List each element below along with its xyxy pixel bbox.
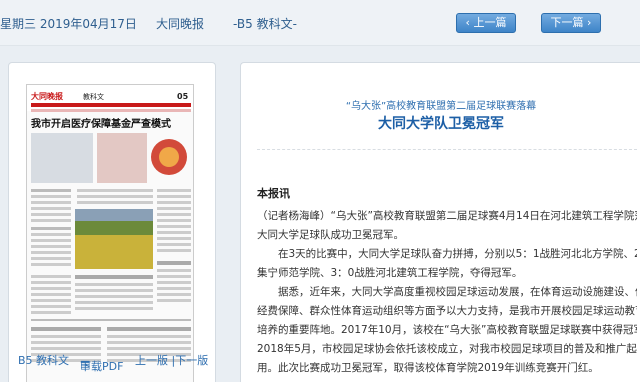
article-line: 用。此次比赛成功卫冕冠军，取得该校体育学院2019年训练竞赛开门红。 (257, 362, 599, 374)
next-article-button[interactable]: 下一篇 › (541, 13, 601, 33)
page-sibling-nav[interactable]: 上一版 |下一版 (135, 352, 208, 368)
download-pdf-label: 下载PDF (80, 360, 124, 373)
article-subtitle: “乌大张”高校教育联盟第二届足球联赛落幕 (345, 101, 537, 112)
top-bar: 星期三 2019年04月17日 大同晚报 -B5 教科文- ‹ 上一篇 下一篇 … (0, 0, 640, 46)
chevron-right-icon: › (583, 16, 592, 29)
article-dateline: 本报讯 (257, 187, 290, 200)
article-line: 经费保障、群众性体育运动组织等方面予以大力支持，是我市开展校园足球运动教育和人才 (257, 305, 637, 317)
thumb-masthead: 大同晚报 (31, 91, 63, 101)
page-thumbnail-panel: 大同晚报 教科文 05 我市开启医疗保障基金严查模式 (8, 62, 216, 382)
thumb-page-no: 05 (177, 92, 189, 101)
page-thumbnail[interactable]: 大同晚报 教科文 05 我市开启医疗保障基金严查模式 (26, 84, 194, 382)
article-line: 大同大学足球队成功卫冕冠军。 (257, 229, 404, 241)
page-footer-links: B5 教科文 ▤ 下载PDF 上一版 |下一版 (8, 346, 208, 373)
newspaper-page-image: 大同晚报 教科文 05 我市开启医疗保障基金严查模式 (27, 85, 193, 382)
article-line: （记者杨海峰）“乌大张”高校教育联盟第二届足球赛4月14日在河北建筑工程学院落幕… (257, 210, 637, 222)
thumb-section: 教科文 (83, 92, 104, 101)
article-line: 2018年5月，市校园足球协会依托该校成立，对我市校园足球项目的普及和推广起到积… (257, 343, 637, 355)
article-body: （记者杨海峰）“乌大张”高校教育联盟第二届足球赛4月14日在河北建筑工程学院落幕… (257, 207, 637, 378)
prev-article-label: 上一篇 (473, 16, 507, 29)
issue-date: 星期三 2019年04月17日 (0, 17, 137, 31)
newspaper-name[interactable]: 大同晚报 (156, 15, 204, 32)
thumb-headline: 我市开启医疗保障基金严查模式 (31, 117, 171, 130)
page-label-link[interactable]: B5 教科文 (18, 352, 69, 368)
article-line: 培养的重要阵地。2017年10月，该校在“乌大张”高校教育联盟足球联赛中获得冠军… (257, 324, 637, 336)
next-article-label: 下一篇 (550, 16, 584, 29)
prev-article-button[interactable]: ‹ 上一篇 (456, 13, 516, 33)
page-name[interactable]: -B5 教科文- (233, 15, 297, 32)
article-line: 在3天的比赛中，大同大学足球队奋力拼搏，分别以5：1战胜河北北方学院、2：1战胜 (257, 248, 637, 260)
article-panel: “乌大张”高校教育联盟第二届足球联赛落幕 大同大学队卫冕冠军 本报讯 （记者杨海… (240, 62, 640, 382)
article-line: 据悉，近年来，大同大学高度重视校园足球运动发展，在体育运动设施建设、体育工作 (257, 286, 637, 298)
article-title: 大同大学队卫冕冠军 (378, 116, 504, 132)
divider (257, 149, 637, 150)
article-line: 集宁师范学院、3：0战胜河北建筑工程学院，夺得冠军。 (257, 267, 523, 279)
